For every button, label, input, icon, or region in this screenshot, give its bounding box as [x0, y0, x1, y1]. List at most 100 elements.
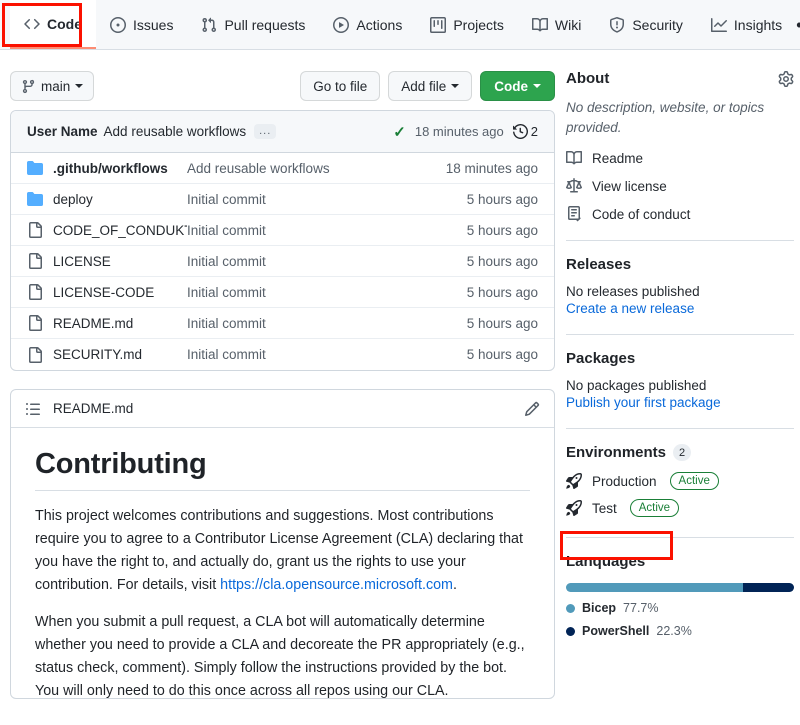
- tab-wiki[interactable]: Wiki: [518, 0, 595, 49]
- file-icon: [27, 315, 53, 331]
- latest-commit-header: User Name Add reusable workflows ... ✓ 1…: [11, 111, 554, 153]
- publish-package-link[interactable]: Publish your first package: [566, 395, 794, 410]
- main-content-column: main Go to file Add file Code User Name …: [10, 62, 555, 699]
- file-commit-message[interactable]: Initial commit: [187, 285, 467, 300]
- environment-name: Production: [592, 473, 657, 489]
- packages-section: Packages No packages published Publish y…: [566, 350, 794, 410]
- about-link-license[interactable]: View license: [566, 178, 794, 194]
- language-segment-bicep[interactable]: [566, 583, 744, 592]
- commit-message[interactable]: Add reusable workflows: [104, 124, 247, 139]
- tab-pull-requests[interactable]: Pull requests: [187, 0, 319, 49]
- color-dot: [566, 603, 575, 613]
- file-name[interactable]: LICENSE-CODE: [53, 285, 187, 300]
- commit-history-link[interactable]: 2: [512, 124, 538, 139]
- file-commit-time: 5 hours ago: [466, 315, 538, 331]
- file-icon: [27, 346, 53, 363]
- commit-count: 2: [530, 124, 538, 139]
- code-of-conduct-icon: [566, 206, 583, 222]
- divider: [566, 428, 794, 429]
- file-name[interactable]: CODE_OF_CONDUKT…: [53, 223, 187, 238]
- tab-code[interactable]: Code: [10, 0, 96, 49]
- tab-insights[interactable]: Insights: [697, 0, 796, 49]
- table-row[interactable]: LICENSE-CODE Initial commit 5 hours ago: [11, 277, 554, 308]
- file-icon: [27, 222, 53, 238]
- pencil-icon[interactable]: [524, 401, 540, 417]
- history-icon: [512, 124, 528, 139]
- file-commit-message[interactable]: Initial commit: [187, 347, 467, 362]
- cla-link[interactable]: https://cla.opensource.microsoft.com: [220, 577, 453, 593]
- tab-projects[interactable]: Projects: [416, 0, 518, 49]
- tab-code-label: Code: [47, 15, 82, 32]
- environment-production[interactable]: Production Active: [566, 472, 794, 490]
- tab-issues[interactable]: Issues: [96, 0, 187, 49]
- about-link-code-of-conduct-label: Code of conduct: [592, 206, 691, 222]
- environments-count: 2: [673, 444, 692, 461]
- github-repo-page: Code Issues Pull requests Actions Projec: [0, 0, 800, 725]
- divider: [566, 240, 794, 241]
- about-description: No description, website, or topics provi…: [566, 100, 765, 135]
- tab-actions[interactable]: Actions: [319, 0, 416, 49]
- table-row[interactable]: README.md Initial commit 5 hours ago: [11, 308, 554, 339]
- commit-expand-button[interactable]: ...: [254, 124, 277, 139]
- gear-icon[interactable]: [778, 70, 794, 87]
- readme-panel: README.md Contributing This project welc…: [10, 389, 555, 699]
- language-percent: 22.3%: [656, 624, 692, 638]
- readme-filename: README.md: [53, 401, 134, 416]
- file-name[interactable]: SECURITY.md: [53, 347, 187, 362]
- table-row[interactable]: deploy Initial commit 5 hours ago: [11, 184, 554, 215]
- readme-content: Contributing This project welcomes contr…: [11, 428, 554, 699]
- create-release-link[interactable]: Create a new release: [566, 301, 794, 316]
- readme-p1-tail: .: [452, 577, 457, 593]
- file-commit-message[interactable]: Initial commit: [187, 316, 467, 331]
- branch-selector[interactable]: main: [10, 71, 95, 101]
- list-unordered-icon[interactable]: [25, 401, 41, 417]
- file-commit-time: 5 hours ago: [466, 191, 538, 207]
- language-legend-bicep[interactable]: Bicep 77.7%: [566, 601, 794, 615]
- about-title: About: [566, 70, 610, 87]
- languages-title: Lanquages: [566, 553, 646, 570]
- status-badge: Active: [629, 499, 680, 517]
- packages-empty: No packages published: [566, 378, 707, 393]
- table-row[interactable]: LICENSE Initial commit 5 hours ago: [11, 246, 554, 277]
- file-commit-message[interactable]: Initial commit: [187, 192, 467, 207]
- language-legend-powershell[interactable]: PowerShell 22.3%: [566, 624, 794, 638]
- file-name[interactable]: .github/workflows: [53, 161, 187, 176]
- about-link-code-of-conduct[interactable]: Code of conduct: [566, 206, 794, 222]
- folder-icon: [27, 191, 53, 207]
- rocket-icon: [566, 500, 584, 516]
- divider: [566, 537, 794, 538]
- releases-title: Releases: [566, 256, 632, 273]
- file-name[interactable]: LICENSE: [53, 254, 187, 269]
- file-list: .github/workflows Add reusable workflows…: [11, 153, 554, 370]
- check-icon[interactable]: ✓: [393, 123, 406, 141]
- file-commit-time: 5 hours ago: [466, 284, 538, 300]
- go-to-file-button[interactable]: Go to file: [300, 71, 381, 101]
- file-commit-time: 18 minutes ago: [445, 160, 538, 176]
- nav-overflow-button[interactable]: •••: [796, 16, 800, 34]
- language-segment-powershell[interactable]: [743, 583, 794, 592]
- graph-icon: [710, 17, 727, 33]
- tab-issues-label: Issues: [133, 16, 174, 33]
- table-row[interactable]: CODE_OF_CONDUKT… Initial commit 5 hours …: [11, 215, 554, 246]
- about-link-readme[interactable]: Readme: [566, 150, 794, 166]
- tab-insights-label: Insights: [733, 16, 783, 33]
- releases-empty: No releases published: [566, 284, 700, 299]
- commit-author[interactable]: User Name: [27, 124, 98, 139]
- environment-test[interactable]: Test Active: [566, 499, 794, 517]
- status-badge: Active: [669, 472, 719, 490]
- file-name[interactable]: deploy: [53, 192, 187, 207]
- readme-heading: Contributing: [35, 448, 530, 491]
- readme-paragraph-2: When you submit a pull request, a CLA bo…: [35, 614, 525, 699]
- code-download-button[interactable]: Code: [480, 71, 555, 101]
- add-file-label: Add file: [401, 78, 447, 94]
- readme-paragraph-1: This project welcomes contributions and …: [35, 505, 530, 597]
- table-row[interactable]: SECURITY.md Initial commit 5 hours ago: [11, 339, 554, 370]
- file-name[interactable]: README.md: [53, 316, 187, 331]
- file-commit-message[interactable]: Add reusable workflows: [187, 161, 446, 176]
- add-file-button[interactable]: Add file: [388, 71, 473, 101]
- tab-security[interactable]: Security: [595, 0, 697, 49]
- file-commit-message[interactable]: Initial commit: [187, 223, 467, 238]
- file-commit-message[interactable]: Initial commit: [187, 254, 467, 269]
- table-row[interactable]: .github/workflows Add reusable workflows…: [11, 153, 554, 184]
- releases-section: Releases No releases published Create a …: [566, 256, 794, 316]
